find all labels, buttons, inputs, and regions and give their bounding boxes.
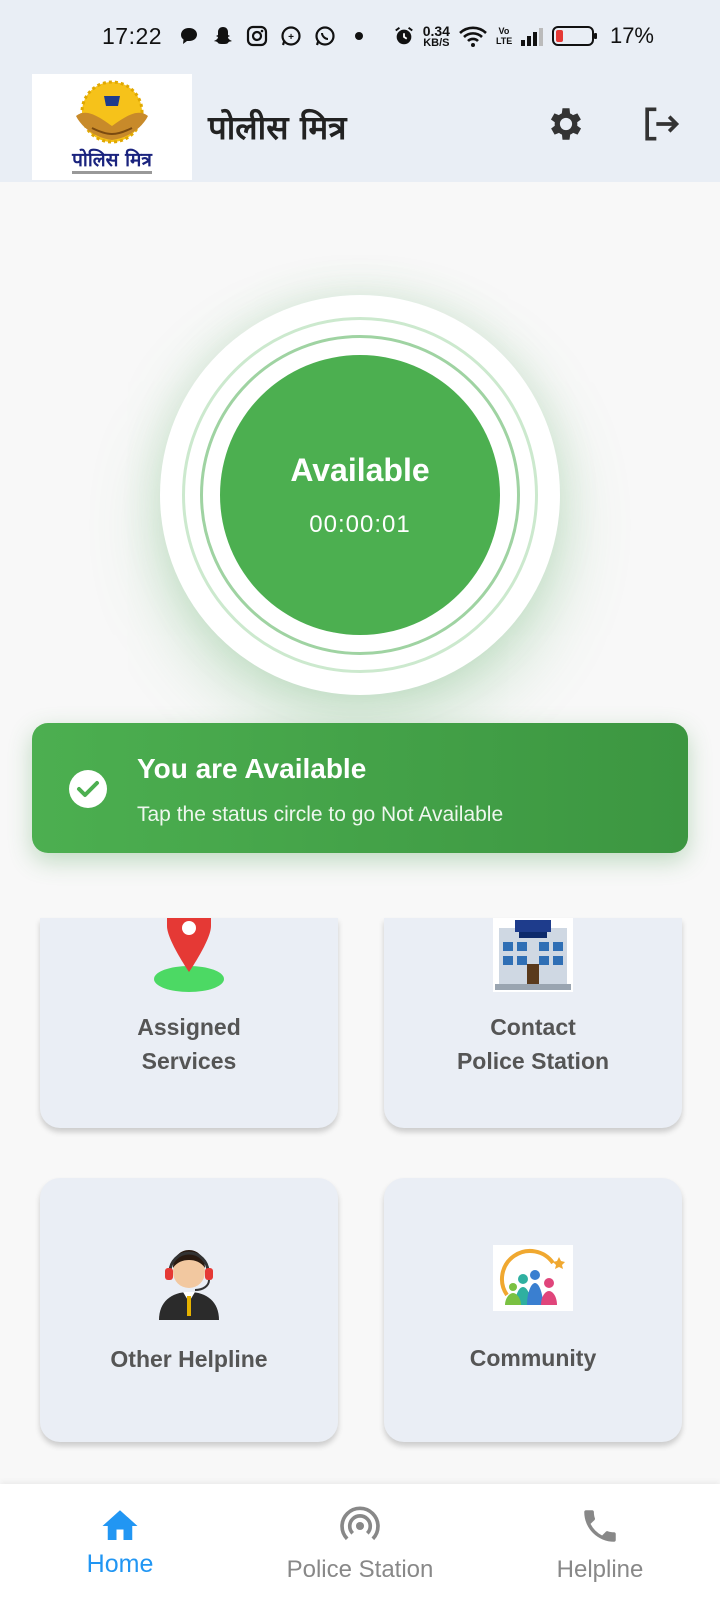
network-speed: 0.34 KB/S	[423, 24, 450, 49]
app-logo: पोलिस मित्र	[32, 74, 192, 180]
nav-police-station[interactable]: Police Station	[260, 1484, 460, 1600]
svg-text:+: +	[288, 32, 294, 43]
tile-contact-police-station[interactable]: Contact Police Station	[384, 918, 682, 1128]
logout-button[interactable]	[636, 102, 684, 150]
nav-helpline[interactable]: Helpline	[520, 1484, 680, 1600]
logout-icon	[638, 102, 682, 151]
instagram-icon	[246, 25, 268, 47]
status-timer: 00:00:01	[309, 510, 411, 538]
dot-icon	[348, 25, 370, 47]
net-speed-value: 0.34	[422, 22, 450, 39]
nav-label: Police Station	[286, 1556, 434, 1583]
tile-label: Other Helpline	[110, 1346, 268, 1372]
signal-tower-icon	[338, 1504, 382, 1548]
battery-icon	[551, 25, 598, 47]
tile-label: Assigned Services	[137, 1014, 241, 1074]
app-header: पोलिस मित्र पोलीस मित्र	[0, 72, 720, 182]
helpline-agent-icon	[159, 1250, 219, 1320]
svg-text:पोलिस मित्र: पोलिस मित्र	[71, 148, 153, 171]
availability-toggle[interactable]: Available 00:00:01	[160, 295, 560, 695]
status-time: 17:22	[102, 22, 163, 49]
tile-other-helpline[interactable]: Other Helpline	[40, 1178, 338, 1442]
net-speed-unit: KB/S	[423, 36, 450, 49]
whatsapp-business-icon: +	[280, 25, 302, 47]
snapchat-icon	[212, 25, 234, 47]
signal-icon	[520, 25, 544, 47]
status-circle[interactable]: Available 00:00:01	[220, 355, 500, 635]
nav-home[interactable]: Home	[40, 1484, 200, 1600]
snackbar-title: You are Available	[137, 753, 367, 784]
police-building-icon	[493, 918, 573, 992]
check-circle-icon	[68, 769, 108, 809]
status-bar: 17:22 + 0.34 KB/S Vo LTE 17%	[0, 0, 720, 72]
tile-label: Community	[469, 1345, 597, 1371]
whatsapp-icon	[314, 25, 336, 47]
volte-label: Vo LTE	[495, 26, 513, 46]
tile-assigned-services[interactable]: Assigned Services	[40, 918, 338, 1128]
app-title: पोलीस मित्र	[208, 108, 347, 147]
chat-icon	[178, 25, 200, 47]
availability-snackbar: You are Available Tap the status circle …	[32, 723, 688, 853]
location-pin-icon	[154, 918, 224, 992]
battery-percent: 17%	[609, 23, 654, 48]
phone-icon	[578, 1504, 622, 1548]
alarm-icon	[393, 25, 415, 47]
community-icon	[493, 1245, 573, 1311]
settings-button[interactable]	[542, 102, 590, 150]
wifi-icon	[458, 25, 488, 47]
tile-community[interactable]: Community	[384, 1178, 682, 1442]
status-label: Available	[290, 451, 430, 488]
snackbar-subtitle: Tap the status circle to go Not Availabl…	[137, 803, 504, 826]
bottom-navigation: Home Police Station Helpline	[0, 1484, 720, 1600]
nav-label: Helpline	[556, 1556, 644, 1583]
nav-label: Home	[86, 1550, 154, 1578]
tile-label: Contact Police Station	[456, 1014, 610, 1074]
gear-icon	[545, 103, 587, 150]
home-icon	[98, 1504, 142, 1548]
